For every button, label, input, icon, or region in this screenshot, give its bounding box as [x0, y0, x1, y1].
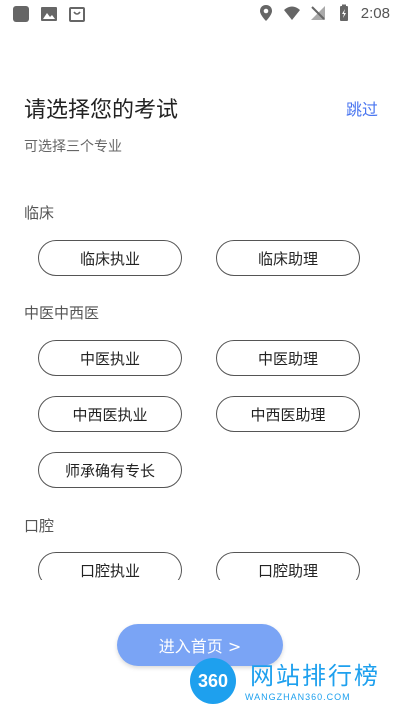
exam-list[interactable]: 临床 临床执业 临床助理 中医中西医 中医执业 中医助理 中西医执业 中西医助理…	[0, 0, 400, 580]
section-label-dental: 口腔	[24, 517, 55, 535]
option-tcm-practice[interactable]: 中医执业	[38, 340, 182, 376]
section-label-tcm: 中医中西医	[24, 304, 100, 322]
option-integrated-practice[interactable]: 中西医执业	[38, 396, 182, 432]
option-tcm-assistant[interactable]: 中医助理	[216, 340, 360, 376]
option-dental-practice[interactable]: 口腔执业	[38, 552, 182, 580]
option-clinical-assistant[interactable]: 临床助理	[216, 240, 360, 276]
section-label-clinical: 临床	[24, 204, 55, 222]
watermark-url: WANGZHAN360.COM	[245, 692, 351, 702]
option-dental-assistant[interactable]: 口腔助理	[216, 552, 360, 580]
watermark-logo: 360	[190, 658, 236, 704]
watermark: 360 网站排行榜 WANGZHAN360.COM	[190, 652, 400, 710]
option-mentorship-expertise[interactable]: 师承确有专长	[38, 452, 182, 488]
option-clinical-practice[interactable]: 临床执业	[38, 240, 182, 276]
watermark-name: 网站排行榜	[250, 662, 380, 690]
option-integrated-assistant[interactable]: 中西医助理	[216, 396, 360, 432]
